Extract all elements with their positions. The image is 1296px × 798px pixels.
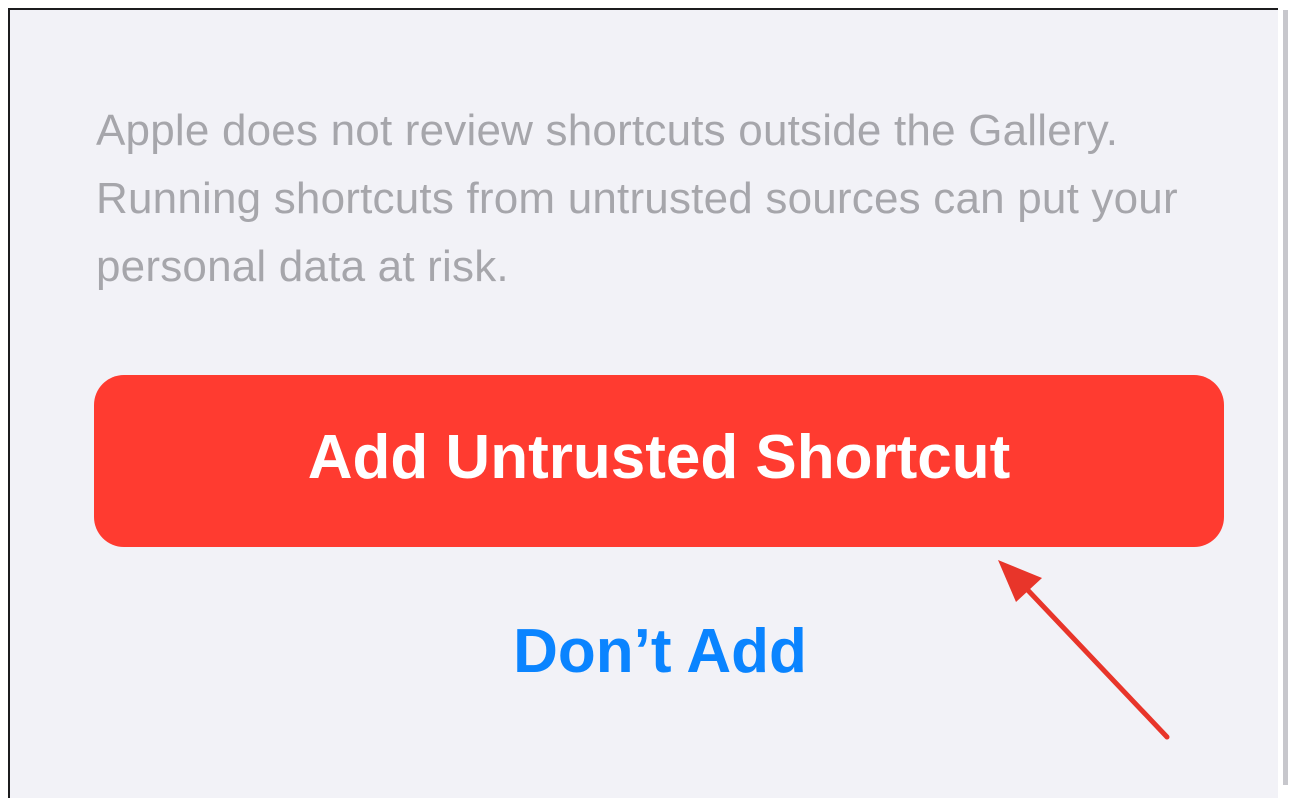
add-untrusted-shortcut-button[interactable]: Add Untrusted Shortcut xyxy=(94,375,1224,547)
dont-add-button[interactable]: Don’t Add xyxy=(460,606,860,696)
window-edge xyxy=(1283,10,1288,785)
untrusted-warning-text: Apple does not review shortcuts outside … xyxy=(96,106,1178,291)
